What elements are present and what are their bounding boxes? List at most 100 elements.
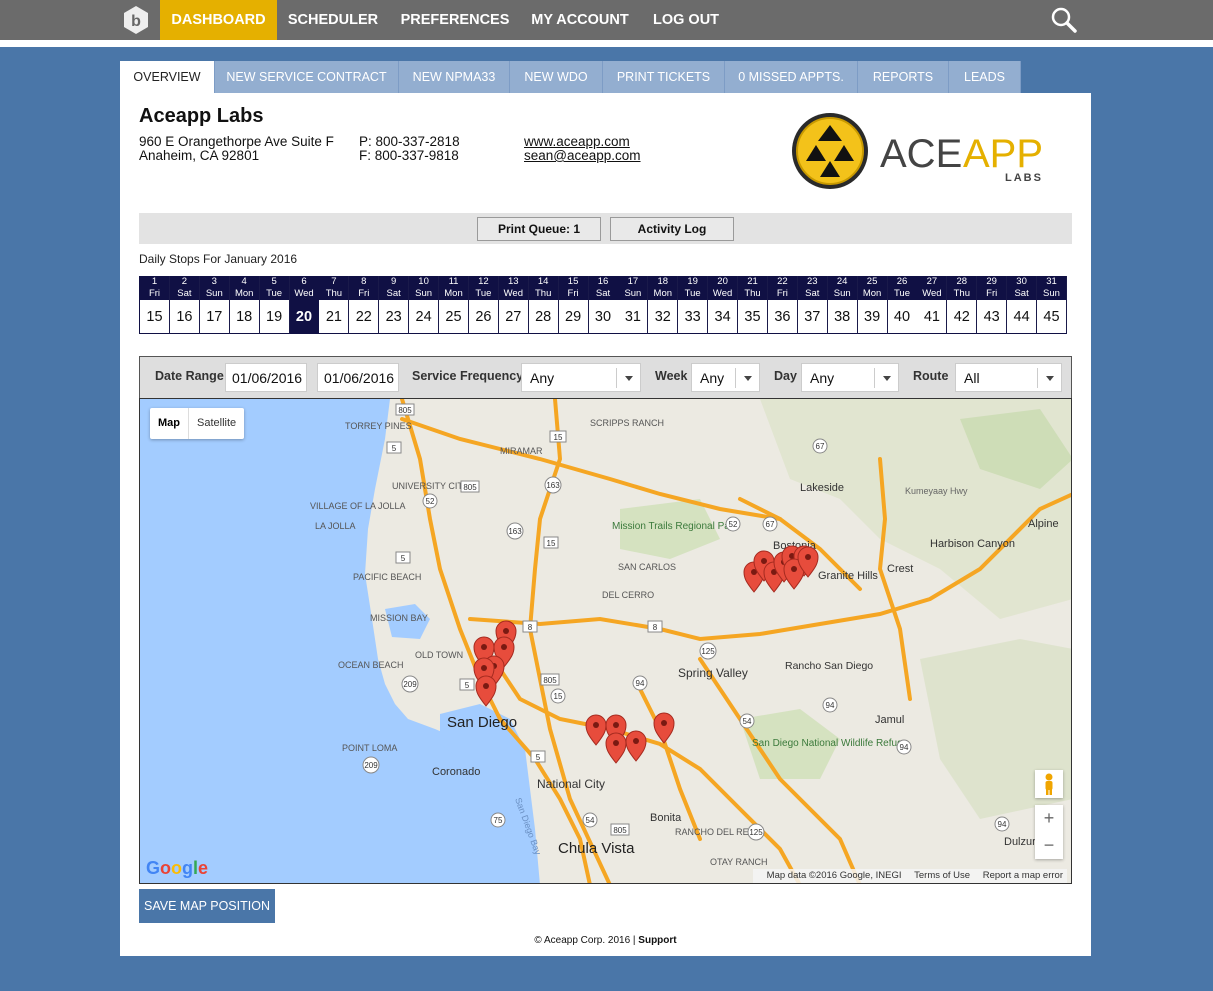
- calendar-date: 11: [448, 276, 459, 287]
- calendar-day-1[interactable]: 1 Fri 15: [140, 276, 170, 334]
- calendar-date: 22: [777, 276, 788, 287]
- calendar-day-10[interactable]: 10 Sun 24: [409, 276, 440, 334]
- nav-preferences[interactable]: PREFERENCES: [398, 0, 512, 40]
- address-line-2: Anaheim, CA 92801: [139, 148, 260, 163]
- calendar-date: 31: [1046, 276, 1057, 287]
- report-map-error-link[interactable]: Report a map error: [983, 870, 1063, 881]
- calendar-day-9[interactable]: 9 Sat 23: [379, 276, 410, 334]
- date-to-input[interactable]: 01/06/2016: [317, 363, 399, 392]
- calendar-weekday: Sun: [1043, 288, 1060, 299]
- svg-text:OLD TOWN: OLD TOWN: [415, 650, 463, 660]
- service-map[interactable]: TORREY PINES SCRIPPS RANCH MIRAMAR UNIVE…: [139, 398, 1072, 884]
- tab-reports[interactable]: REPORTS: [858, 61, 949, 93]
- calendar-day-4[interactable]: 4 Mon 18: [229, 276, 260, 334]
- calendar-day-27[interactable]: 27 Wed 41: [917, 276, 948, 334]
- calendar-day-22[interactable]: 22 Fri 36: [767, 276, 798, 334]
- map-marker-icon[interactable]: [625, 730, 647, 762]
- calendar-day-23[interactable]: 23 Sat 37: [797, 276, 828, 334]
- map-type-map-button[interactable]: Map: [150, 408, 189, 439]
- calendar-day-3[interactable]: 3 Sun 17: [199, 276, 230, 334]
- calendar-day-15[interactable]: 15 Fri 29: [558, 276, 589, 334]
- calendar-day-21[interactable]: 21 Thu 35: [738, 276, 768, 334]
- tab-new-service-contract[interactable]: NEW SERVICE CONTRACT: [215, 61, 399, 93]
- tab-new-wdo[interactable]: NEW WDO: [510, 61, 603, 93]
- nav-dashboard[interactable]: DASHBOARD: [160, 0, 277, 40]
- app-logo-icon[interactable]: b: [120, 4, 152, 36]
- email-link[interactable]: sean@aceapp.com: [524, 149, 641, 163]
- zoom-in-button[interactable]: +: [1035, 805, 1063, 832]
- nav-my-account[interactable]: MY ACCOUNT: [528, 0, 632, 40]
- calendar-weekday: Thu: [325, 288, 343, 299]
- svg-text:805: 805: [543, 676, 557, 685]
- tab-print-tickets[interactable]: PRINT TICKETS: [603, 61, 725, 93]
- calendar-day-28[interactable]: 28 Thu 42: [947, 276, 978, 334]
- svg-text:5: 5: [392, 444, 397, 453]
- route-select[interactable]: All: [955, 363, 1062, 392]
- main-panel: Aceapp Labs 960 E Orangethorpe Ave Suite…: [120, 93, 1091, 956]
- map-type-satellite-button[interactable]: Satellite: [189, 408, 244, 439]
- calendar-day-29[interactable]: 29 Fri 43: [977, 276, 1008, 334]
- map-marker-dot: [613, 722, 619, 728]
- calendar-stop-count: 42: [947, 300, 977, 334]
- calendar-day-11[interactable]: 11 Mon 25: [439, 276, 469, 334]
- tab-overview[interactable]: OVERVIEW: [120, 61, 215, 93]
- calendar-day-2[interactable]: 2 Sat 16: [169, 276, 200, 334]
- nav-logout[interactable]: LOG OUT: [648, 0, 724, 40]
- calendar-day-17[interactable]: 17 Sun 31: [618, 276, 649, 334]
- terms-of-use-link[interactable]: Terms of Use: [914, 870, 970, 881]
- week-select[interactable]: Any: [691, 363, 760, 392]
- calendar-day-24[interactable]: 24 Sun 38: [827, 276, 858, 334]
- map-marker-dot: [661, 720, 667, 726]
- calendar-day-8[interactable]: 8 Fri 22: [349, 276, 380, 334]
- website-link[interactable]: www.aceapp.com: [524, 135, 630, 149]
- svg-text:UNIVERSITY CITY: UNIVERSITY CITY: [392, 481, 469, 491]
- map-marker-icon[interactable]: [605, 732, 627, 764]
- map-marker-icon[interactable]: [585, 714, 607, 746]
- calendar-day-header: 2 Sat: [169, 276, 199, 300]
- svg-text:67: 67: [816, 442, 825, 451]
- calendar-stop-count: 18: [229, 300, 259, 334]
- calendar-day-header: 15 Fri: [558, 276, 588, 300]
- calendar-day-30[interactable]: 30 Sat 44: [1007, 276, 1038, 334]
- calendar-date: 24: [836, 276, 848, 287]
- activity-log-button[interactable]: Activity Log: [610, 217, 734, 241]
- calendar-day-19[interactable]: 19 Tue 33: [678, 276, 709, 334]
- tab-missed-appts[interactable]: 0 MISSED APPTS.: [725, 61, 858, 93]
- calendar-stop-count: 15: [140, 300, 169, 334]
- calendar-day-5[interactable]: 5 Tue 19: [259, 276, 290, 334]
- svg-text:Harbison Canyon: Harbison Canyon: [930, 538, 1015, 550]
- svg-text:8: 8: [528, 623, 533, 632]
- date-from-input[interactable]: 01/06/2016: [225, 363, 307, 392]
- aceapp-emblem-icon: ACE APP LABS: [792, 113, 1043, 189]
- day-select[interactable]: Any: [801, 363, 899, 392]
- calendar-weekday: Sat: [386, 288, 401, 299]
- tab-leads[interactable]: LEADS: [949, 61, 1021, 93]
- nav-scheduler[interactable]: SCHEDULER: [284, 0, 382, 40]
- calendar-day-7[interactable]: 7 Thu 21: [319, 276, 350, 334]
- print-queue-button[interactable]: Print Queue: 1: [477, 217, 601, 241]
- service-frequency-select[interactable]: Any: [521, 363, 641, 392]
- calendar-date: 30: [1016, 276, 1027, 287]
- calendar-day-12[interactable]: 12 Tue 26: [468, 276, 499, 334]
- calendar-day-16[interactable]: 16 Sat 30: [588, 276, 619, 334]
- calendar-day-header: 25 Mon: [857, 276, 887, 300]
- search-icon[interactable]: [1050, 6, 1078, 34]
- calendar-day-20[interactable]: 20 Wed 34: [708, 276, 739, 334]
- calendar-day-26[interactable]: 26 Tue 40: [887, 276, 918, 334]
- footer-copyright: © Aceapp Corp. 2016 |: [534, 935, 639, 946]
- map-type-toggle[interactable]: Map Satellite: [150, 408, 245, 439]
- calendar-day-13[interactable]: 13 Wed 27: [498, 276, 529, 334]
- calendar-day-25[interactable]: 25 Mon 39: [857, 276, 888, 334]
- calendar-day-14[interactable]: 14 Thu 28: [528, 276, 559, 334]
- zoom-out-button[interactable]: −: [1035, 832, 1063, 859]
- support-link[interactable]: Support: [638, 935, 676, 946]
- map-marker-icon[interactable]: [653, 712, 675, 744]
- save-map-position-button[interactable]: SAVE MAP POSITION: [139, 889, 275, 923]
- tab-new-npma33[interactable]: NEW NPMA33: [399, 61, 510, 93]
- calendar-day-18[interactable]: 18 Mon 32: [648, 276, 679, 334]
- street-view-icon[interactable]: [1035, 770, 1063, 798]
- calendar-date: 7: [331, 276, 337, 287]
- calendar-day-31[interactable]: 31 Sun 45: [1037, 276, 1067, 334]
- calendar-weekday: Sun: [205, 288, 223, 299]
- calendar-day-6[interactable]: 6 Wed 20: [289, 276, 320, 334]
